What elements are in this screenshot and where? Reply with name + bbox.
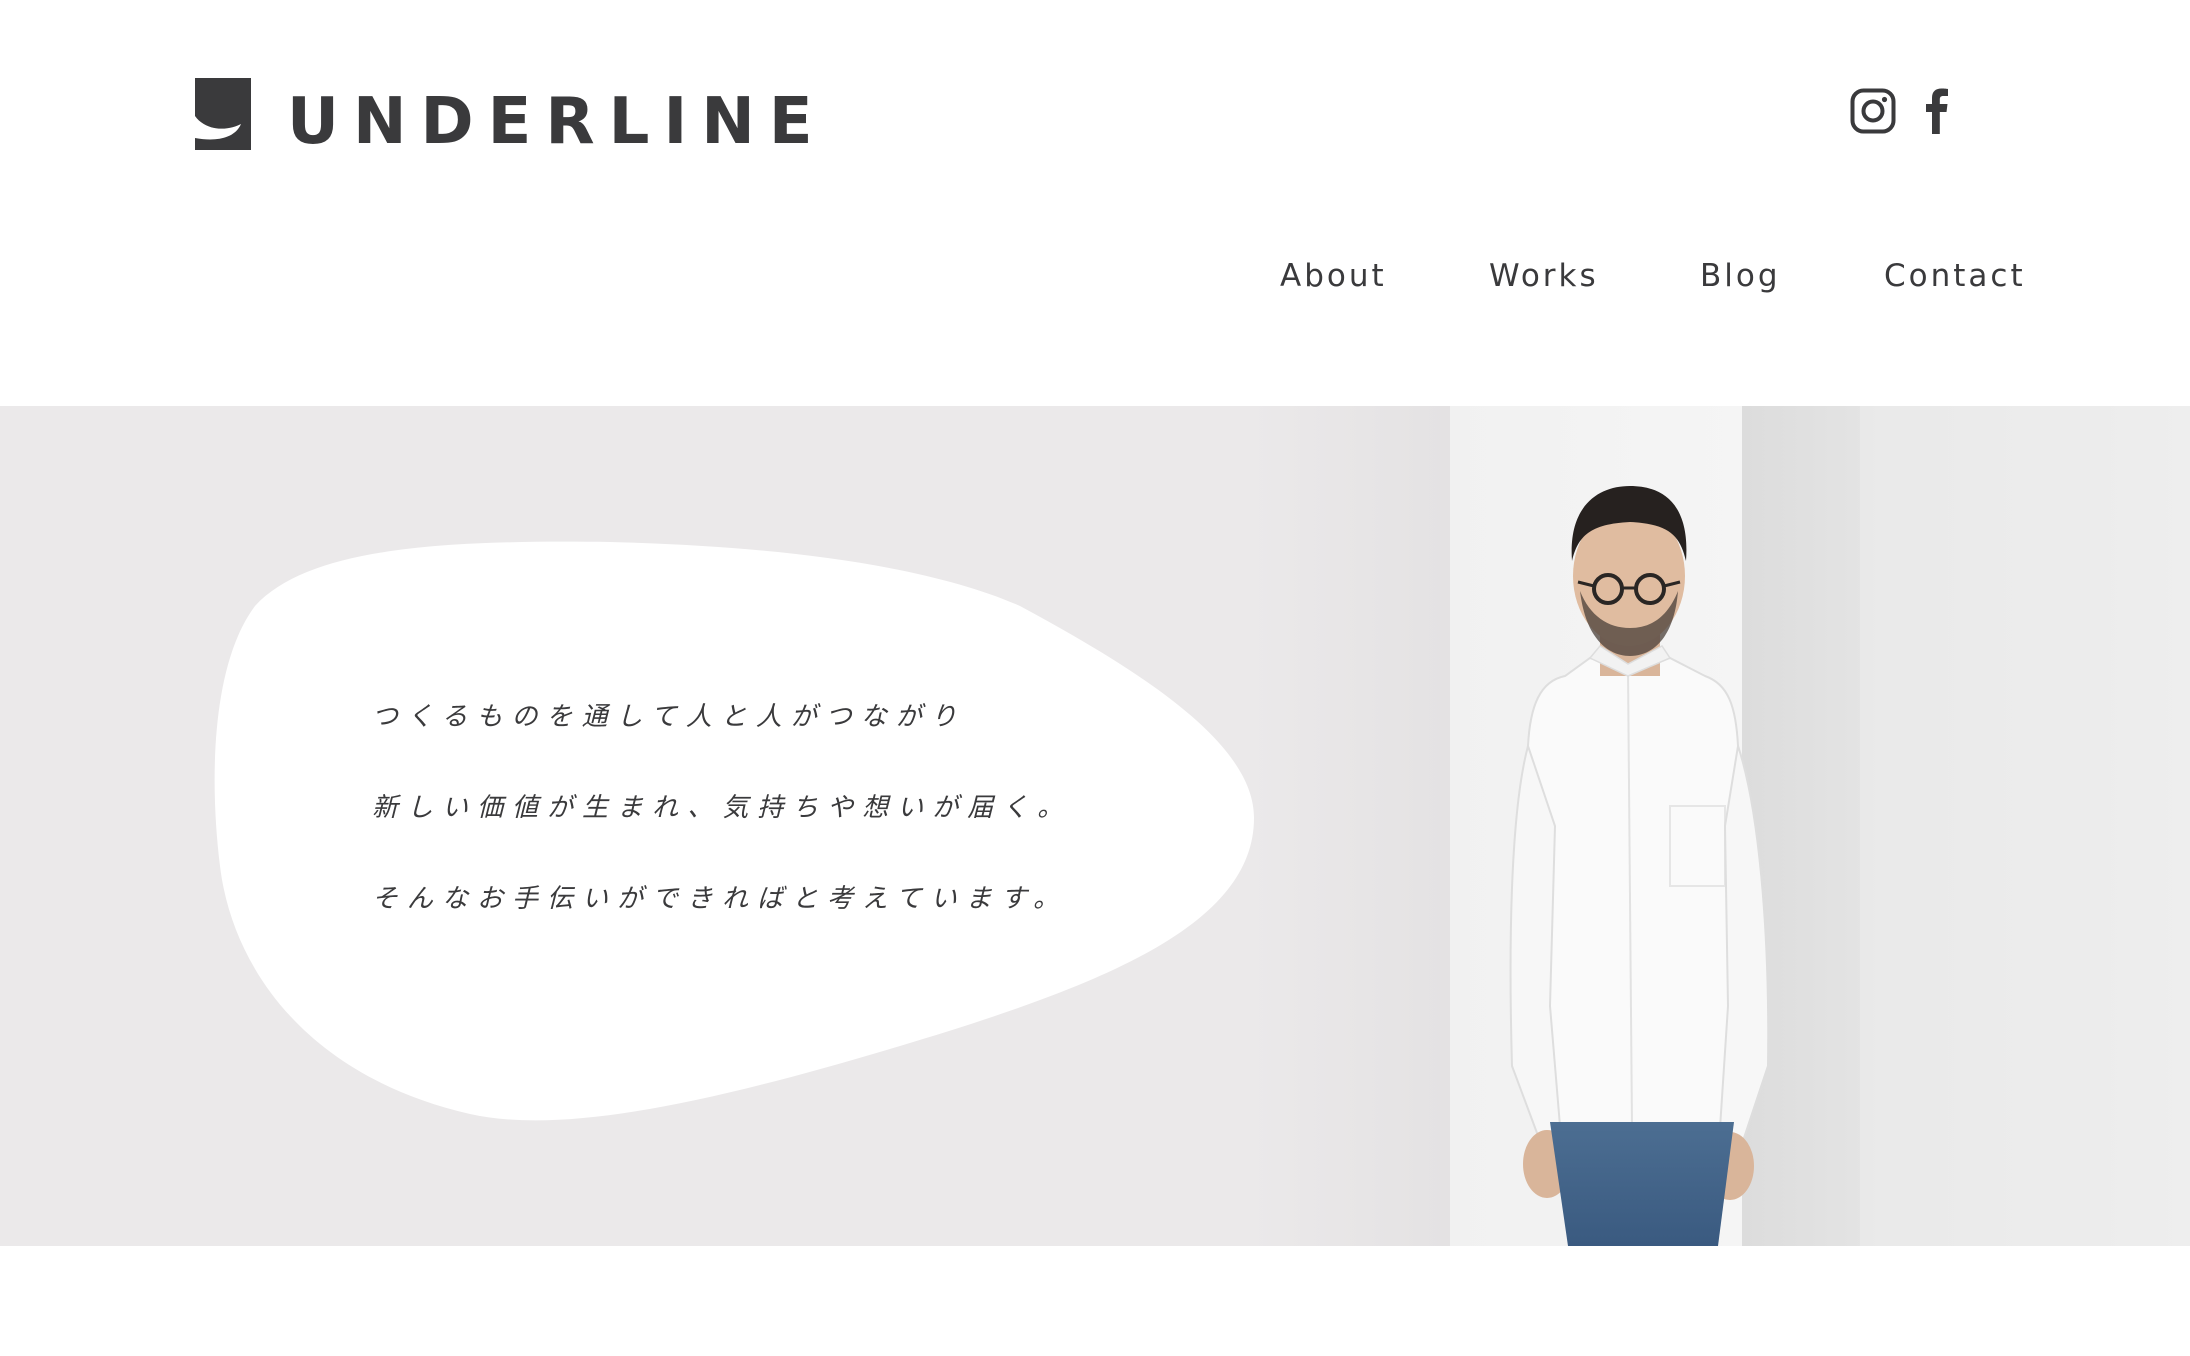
logo-mark-icon [195, 78, 251, 150]
site-logo[interactable]: UNDERLINE [195, 78, 827, 154]
instagram-link[interactable] [1850, 88, 1896, 138]
social-links [1850, 88, 1950, 138]
facebook-link[interactable] [1924, 88, 1950, 138]
hero-tagline: つくるものを通して人と人がつながり 新しい価値が生まれ、気持ちや想いが届く。 そ… [372, 696, 1072, 969]
facebook-icon [1926, 88, 1948, 134]
tagline-line-2: 新しい価値が生まれ、気持ちや想いが届く。 [372, 793, 1073, 823]
speech-bubble [214, 541, 1254, 1121]
nav-about[interactable]: About [1280, 258, 1387, 294]
nav-blog[interactable]: Blog [1700, 258, 1781, 294]
nav-works[interactable]: Works [1489, 258, 1599, 294]
main-nav: About Works Blog Contact [1270, 258, 2023, 308]
hero-section: つくるものを通して人と人がつながり 新しい価値が生まれ、気持ちや想いが届く。 そ… [0, 406, 2190, 1246]
tagline-line-3: そんなお手伝いができればと考えています。 [372, 884, 1069, 914]
tagline-line-1: つくるものを通して人と人がつながり [372, 702, 966, 732]
page: UNDERLINE About Works Blog Contact つくるもの… [0, 0, 2190, 1356]
instagram-icon [1850, 88, 1896, 134]
brand-name: UNDERLINE [287, 85, 827, 159]
nav-contact[interactable]: Contact [1884, 258, 2026, 294]
